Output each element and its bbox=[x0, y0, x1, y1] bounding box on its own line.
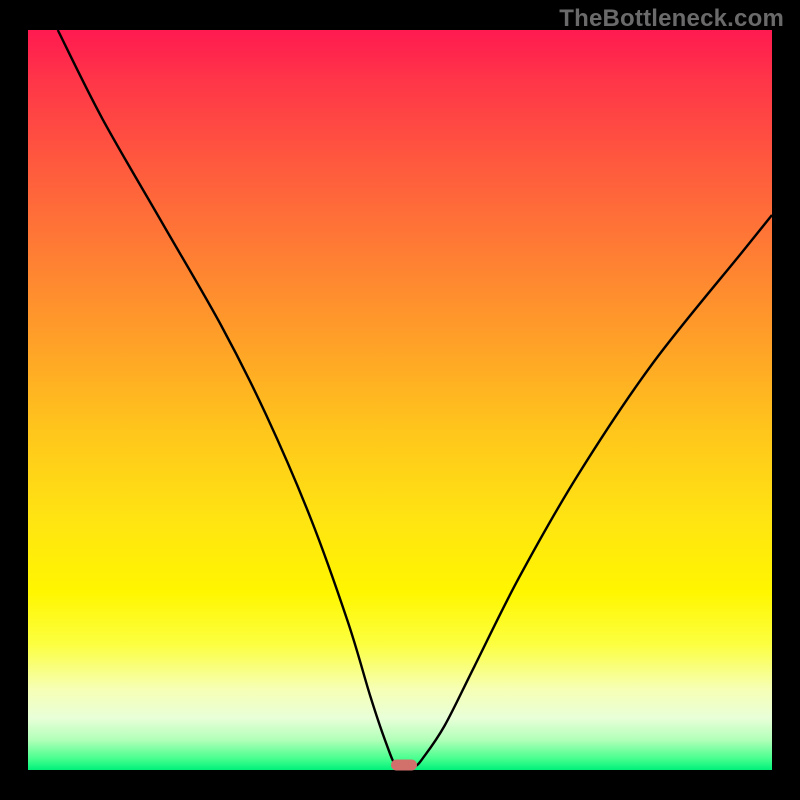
curve-svg bbox=[28, 30, 772, 770]
bottleneck-curve bbox=[58, 30, 772, 768]
optimum-marker-icon bbox=[391, 759, 417, 770]
chart-frame: { "watermark": "TheBottleneck.com", "cha… bbox=[0, 0, 800, 800]
watermark-text: TheBottleneck.com bbox=[559, 5, 784, 33]
plot-area bbox=[28, 30, 772, 770]
